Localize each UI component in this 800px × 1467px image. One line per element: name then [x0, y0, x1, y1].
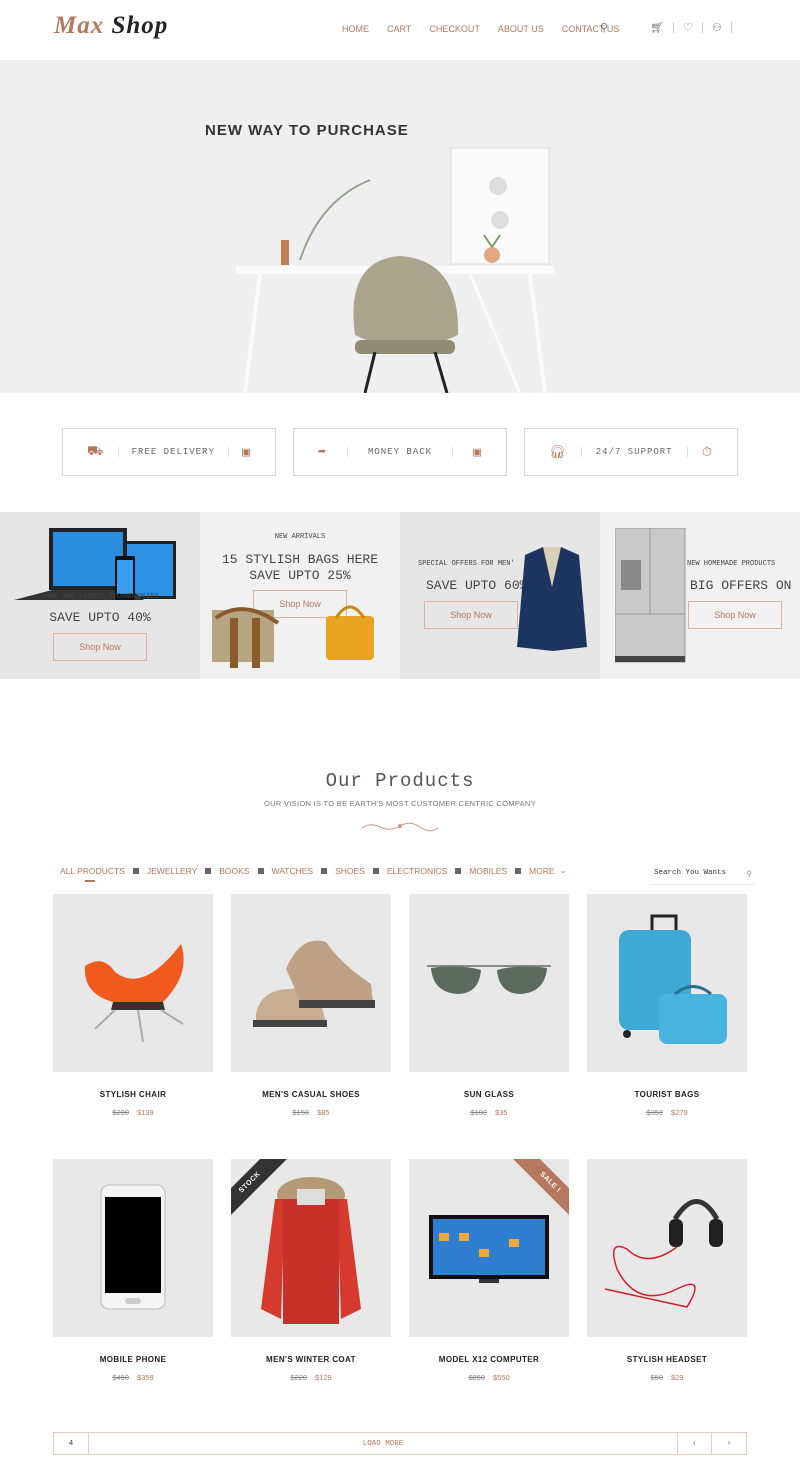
product-card[interactable]: STYLISH CHAIR $200 $139	[53, 894, 213, 1117]
promo-banner-men: SPECIAL OFFERS FOR MEN' SAVE UPTO 60% Sh…	[400, 512, 600, 679]
truck-icon: ⛟	[87, 443, 105, 459]
chevron-down-icon: ⌄	[559, 865, 567, 875]
product-image[interactable]	[409, 894, 569, 1072]
stopwatch-icon: ⏱︎	[701, 444, 713, 460]
section-title: Our Products	[325, 770, 475, 792]
nav-about[interactable]: ABOUT US	[498, 24, 544, 34]
cash-icon: ▣	[473, 444, 482, 460]
nav-cart[interactable]: CART	[387, 24, 411, 34]
filter-shoes[interactable]: SHOES	[335, 866, 365, 876]
filter-all-products[interactable]: ALL PRODUCTS	[60, 866, 125, 882]
blazer-image	[517, 547, 587, 651]
shop-now-button[interactable]: Shop Now	[424, 601, 518, 629]
product-card[interactable]: SALE ! MODEL X12 COMPUTER $850 $550	[409, 1159, 569, 1382]
feature-free-delivery: ⛟ FREE DELIVERY ▣	[62, 428, 276, 476]
search-icon[interactable]: ⚲	[600, 21, 608, 34]
filter-books[interactable]: BOOKS	[219, 866, 249, 876]
pagination-bar: 4 LOAD MORE ‹ ›	[53, 1432, 747, 1455]
nav-home[interactable]: HOME	[342, 24, 369, 34]
product-card[interactable]: SUN GLASS $100 $35	[409, 894, 569, 1117]
product-image[interactable]	[587, 894, 747, 1072]
load-more-button[interactable]: LOAD MORE	[89, 1433, 678, 1454]
feature-money-back: ➦ MONEY BACK ▣	[293, 428, 507, 476]
devices-image	[14, 528, 176, 600]
product-image[interactable]	[231, 894, 391, 1072]
desk-scene-image	[236, 147, 554, 393]
prev-page-button[interactable]: ‹	[678, 1433, 712, 1454]
product-image[interactable]	[587, 1159, 747, 1337]
product-image[interactable]	[53, 894, 213, 1072]
filter-jewellery[interactable]: JEWELLERY	[147, 866, 197, 876]
cash-icon: ▣	[242, 444, 251, 460]
product-card[interactable]: STOCK MEN'S WINTER COAT $220 $129	[231, 1159, 391, 1382]
shop-now-button[interactable]: Shop Now	[53, 633, 147, 661]
search-icon[interactable]: ⚲	[747, 869, 753, 881]
category-filters: ALL PRODUCTS JEWELLERY BOOKS WATCHES SHO…	[60, 865, 567, 882]
nav-checkout[interactable]: CHECKOUT	[429, 24, 480, 34]
user-icon[interactable]: ⚇	[712, 21, 722, 34]
header-icons: ⚲ 🛒︎ ♡ ⚇	[600, 21, 741, 34]
product-card[interactable]: MOBILE PHONE $450 $359	[53, 1159, 213, 1382]
promo-banner-bags: NEW ARRIVALS 15 STYLISH BAGS HERE SAVE U…	[200, 512, 400, 679]
bags-image	[212, 605, 374, 668]
feature-support: 🎧︎ 24/7 SUPPORT ⏱︎	[524, 428, 738, 476]
next-page-button[interactable]: ›	[712, 1433, 746, 1454]
main-nav: HOME CART CHECKOUT ABOUT US CONTACT US	[342, 24, 619, 34]
filter-watches[interactable]: WATCHES	[272, 866, 314, 876]
page-number: 4	[54, 1433, 89, 1454]
product-image[interactable]: SALE !	[409, 1159, 569, 1337]
product-card[interactable]: STYLISH HEADSET $50 $29	[587, 1159, 747, 1382]
product-card[interactable]: TOURIST BAGS $350 $279	[587, 894, 747, 1117]
logo[interactable]: Max Shop	[54, 12, 168, 40]
cart-icon[interactable]: 🛒︎	[650, 21, 664, 34]
search-input[interactable]: Search You Wants ⚲	[651, 866, 755, 885]
section-subtitle: OUR VISION IS TO BE EARTH'S MOST CUSTOME…	[264, 799, 536, 808]
product-card[interactable]: MEN'S CASUAL SHOES $150 $85	[231, 894, 391, 1117]
product-image[interactable]: STOCK	[231, 1159, 391, 1337]
product-image[interactable]	[53, 1159, 213, 1337]
shop-now-button[interactable]: Shop Now	[688, 601, 782, 629]
filter-more[interactable]: MORE	[529, 866, 555, 876]
promo-banner-home: NEW HOMEMADE PRODUCTS BIG OFFERS ON Shop…	[600, 512, 800, 679]
hero-banner: NEW WAY TO PURCHASE	[0, 60, 800, 393]
filter-mobiles[interactable]: MOBILES	[469, 866, 507, 876]
headset-icon: 🎧︎	[549, 444, 567, 460]
ornament-divider	[361, 822, 439, 832]
filter-electronics[interactable]: ELECTRONICS	[387, 866, 447, 876]
heart-icon[interactable]: ♡	[683, 21, 693, 34]
fridge-image	[615, 528, 686, 663]
promo-banner-tech: SHOP THE LATEST TECHNOLOGIES SAVE UPTO 4…	[0, 512, 200, 679]
share-arrow-icon: ➦	[318, 444, 327, 460]
